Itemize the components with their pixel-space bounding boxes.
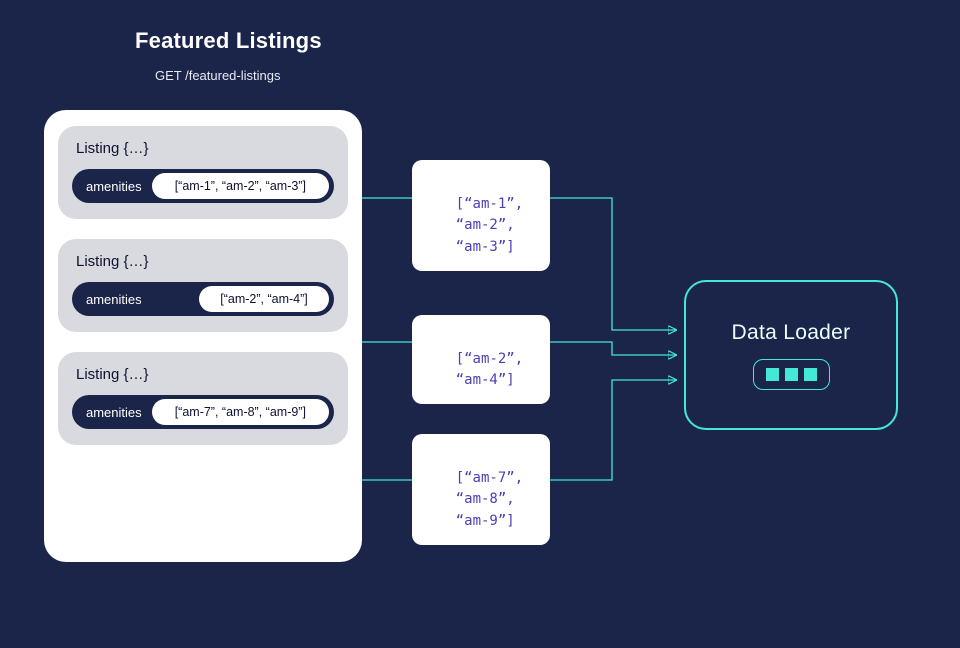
loader-progress-icon xyxy=(753,359,830,390)
listing-title: Listing {…} xyxy=(76,253,334,270)
field-label: amenities xyxy=(86,179,142,194)
progress-square-icon xyxy=(785,368,798,381)
data-loader: Data Loader xyxy=(684,280,898,430)
amenities-pill: amenities [“am-7”, “am-8”, “am-9”] xyxy=(72,395,334,429)
field-label: amenities xyxy=(86,292,142,307)
listing-title: Listing {…} xyxy=(76,140,334,157)
field-value: [“am-7”, “am-8”, “am-9”] xyxy=(152,399,329,425)
field-value: [“am-1”, “am-2”, “am-3”] xyxy=(152,173,329,199)
progress-square-icon xyxy=(766,368,779,381)
progress-square-icon xyxy=(804,368,817,381)
field-value: [“am-2”, “am-4”] xyxy=(199,286,329,312)
listing-card: Listing {…} amenities [“am-7”, “am-8”, “… xyxy=(58,352,348,445)
payload-bubble: [“am-1”, “am-2”, “am-3”] xyxy=(412,160,550,271)
header: Featured Listings GET /featured-listings xyxy=(135,28,322,83)
listing-card: Listing {…} amenities [“am-2”, “am-4”] xyxy=(58,239,348,332)
payload-text: [“am-2”, “am-4”] xyxy=(447,351,523,389)
endpoint-label: GET /featured-listings xyxy=(155,68,322,83)
data-loader-title: Data Loader xyxy=(732,321,851,345)
amenities-pill: amenities [“am-1”, “am-2”, “am-3”] xyxy=(72,169,334,203)
listing-title: Listing {…} xyxy=(76,366,334,383)
payload-bubble: [“am-7”, “am-8”, “am-9”] xyxy=(412,434,550,545)
field-label: amenities xyxy=(86,405,142,420)
page-title: Featured Listings xyxy=(135,28,322,54)
listing-card: Listing {…} amenities [“am-1”, “am-2”, “… xyxy=(58,126,348,219)
amenities-pill: amenities [“am-2”, “am-4”] xyxy=(72,282,334,316)
listings-panel: Listing {…} amenities [“am-1”, “am-2”, “… xyxy=(44,110,362,562)
payload-text: [“am-7”, “am-8”, “am-9”] xyxy=(447,470,523,529)
payload-bubble: [“am-2”, “am-4”] xyxy=(412,315,550,404)
payload-text: [“am-1”, “am-2”, “am-3”] xyxy=(447,196,523,255)
